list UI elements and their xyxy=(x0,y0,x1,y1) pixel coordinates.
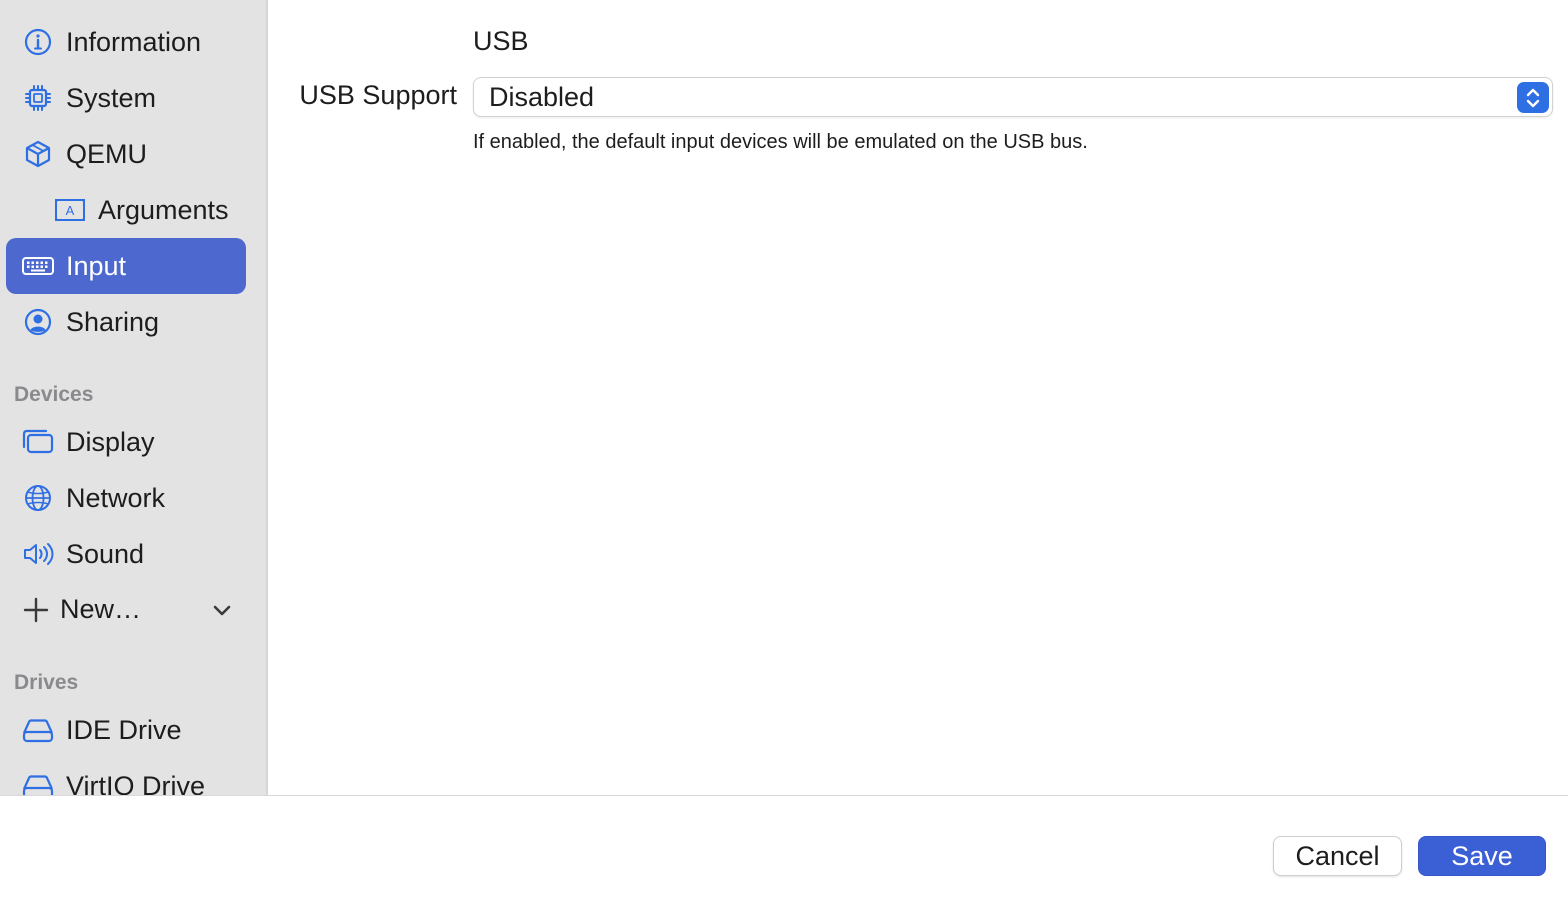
sidebar-item-input[interactable]: Input xyxy=(6,238,246,294)
new-device-menu[interactable]: New… xyxy=(6,582,246,638)
sidebar-item-sound[interactable]: Sound xyxy=(6,526,246,582)
new-device-label: New… xyxy=(60,594,142,624)
section-title-usb: USB xyxy=(473,26,529,56)
sidebar-item-label: Network xyxy=(66,482,166,513)
usb-support-select[interactable]: Disabled xyxy=(473,77,1553,117)
sidebar-item-label: Sharing xyxy=(66,306,160,337)
speaker-icon xyxy=(20,536,56,572)
save-button[interactable]: Save xyxy=(1418,836,1546,876)
usb-support-label: USB Support xyxy=(299,80,457,110)
settings-window: Information System QEMU A Arguments Inpu… xyxy=(0,0,1568,902)
display-icon xyxy=(20,424,56,460)
plus-icon xyxy=(22,596,50,624)
chevron-down-icon[interactable] xyxy=(210,600,234,620)
drives-section-header: Drives xyxy=(14,671,79,694)
cube-icon xyxy=(20,136,56,172)
globe-icon xyxy=(20,480,56,516)
usb-support-value: Disabled xyxy=(489,82,595,112)
sidebar-item-display[interactable]: Display xyxy=(6,414,246,470)
sidebar-item-ide-drive[interactable]: IDE Drive xyxy=(6,702,246,758)
devices-section-header: Devices xyxy=(14,383,94,406)
sidebar-item-qemu[interactable]: QEMU xyxy=(6,126,246,182)
sidebar-item-system[interactable]: System xyxy=(6,70,246,126)
sidebar-item-label: System xyxy=(66,82,157,113)
cpu-chip-icon xyxy=(20,80,56,116)
text-box-icon: A xyxy=(52,192,88,228)
sidebar-item-virtio-drive[interactable]: VirtIO Drive xyxy=(6,758,246,795)
keyboard-icon xyxy=(20,248,56,284)
cancel-button[interactable]: Cancel xyxy=(1273,836,1402,876)
usb-support-help-text: If enabled, the default input devices wi… xyxy=(473,131,1088,153)
settings-content: USB USB Support Disabled If enabled, the… xyxy=(268,0,1568,795)
person-circle-icon xyxy=(20,304,56,340)
sidebar-item-information[interactable]: Information xyxy=(6,14,246,70)
footer-bar: Cancel Save xyxy=(0,795,1568,902)
sidebar-item-label: Arguments xyxy=(98,194,229,225)
sidebar-item-label: Display xyxy=(66,426,155,457)
sidebar-item-label: Sound xyxy=(66,538,145,569)
sidebar-item-sharing[interactable]: Sharing xyxy=(6,294,246,350)
sidebar-item-label: Information xyxy=(66,26,202,57)
drive-icon xyxy=(20,712,56,748)
sidebar-item-label: Input xyxy=(66,250,127,281)
drive-icon xyxy=(20,768,56,795)
sidebar-item-label: QEMU xyxy=(66,138,147,169)
sidebar-item-label: IDE Drive xyxy=(66,714,182,745)
sidebar-item-network[interactable]: Network xyxy=(6,470,246,526)
info-circle-icon xyxy=(20,24,56,60)
sidebar: Information System QEMU A Arguments Inpu… xyxy=(0,0,268,795)
svg-text:A: A xyxy=(66,203,75,218)
chevron-up-down-icon[interactable] xyxy=(1517,82,1549,113)
sidebar-item-arguments[interactable]: A Arguments xyxy=(6,182,246,238)
sidebar-item-label: VirtIO Drive xyxy=(66,770,206,796)
